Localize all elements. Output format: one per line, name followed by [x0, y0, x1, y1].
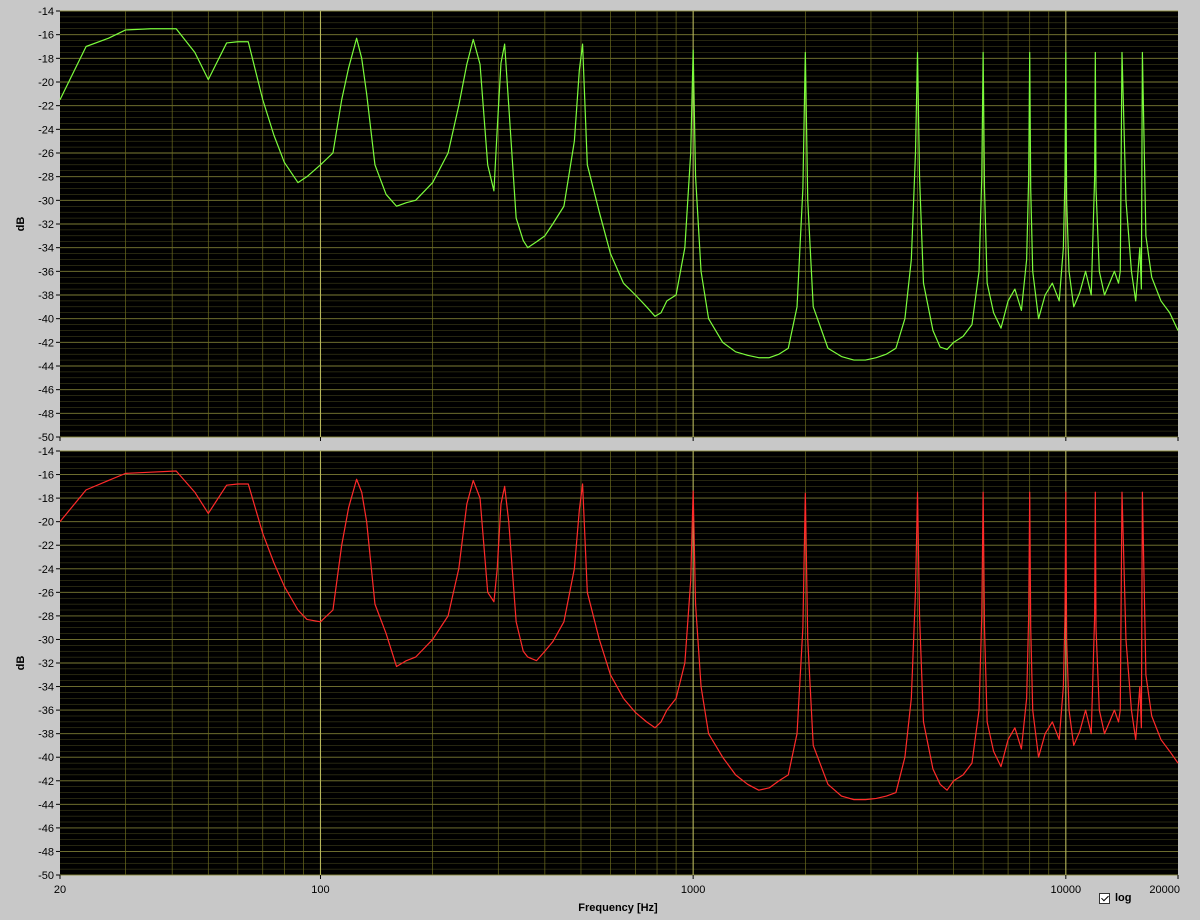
bottom-y-tick-label: -46 — [38, 823, 54, 835]
log-scale-toggle[interactable]: log — [1099, 890, 1132, 906]
top-y-tick-label: -16 — [38, 30, 54, 42]
log-checkbox[interactable] — [1099, 892, 1110, 904]
bottom-y-tick-label: -42 — [38, 776, 54, 788]
top-y-axis-label: dB — [15, 217, 27, 232]
top-y-tick-label: -50 — [38, 432, 54, 444]
x-tick-label: 20000 — [1149, 884, 1180, 896]
bottom-y-tick-label: -18 — [38, 493, 54, 505]
bottom-y-tick-label: -32 — [38, 658, 54, 670]
spectrum-chart: -14 -16 -18 -20 -22 -24 -26 -28 -30 -32 -34 -36 -38 -… — [15, 6, 1180, 914]
bottom-y-tick-label: -20 — [38, 517, 54, 529]
top-y-tick-label: -22 — [38, 101, 54, 113]
spectrum-analyzer-window: -14 -16 -18 -20 -22 -24 -26 -28 -30 -32 -34 -36 -38 -… — [0, 0, 1200, 920]
top-y-tick-label: -40 — [38, 314, 54, 326]
bottom-y-tick-label: -22 — [38, 540, 54, 552]
top-y-tick-label: -42 — [38, 337, 54, 349]
top-y-tick-label: -20 — [38, 77, 54, 89]
top-y-tick-label: -44 — [38, 361, 54, 373]
top-y-tick-label: -36 — [38, 266, 54, 278]
x-tick-label: 10000 — [1051, 884, 1082, 896]
top-y-tick-label: -18 — [38, 53, 54, 65]
bottom-y-tick-label: -30 — [38, 634, 54, 646]
top-y-tick-label: -46 — [38, 385, 54, 397]
bottom-y-tick-label: -14 — [38, 446, 54, 458]
bottom-y-tick-label: -48 — [38, 846, 54, 858]
top-y-tick-label: -14 — [38, 6, 54, 18]
bottom-y-tick-label: -44 — [38, 799, 54, 811]
log-label: log — [1115, 892, 1132, 904]
top-y-tick-label: -28 — [38, 172, 54, 184]
top-y-tick-label: -30 — [38, 195, 54, 207]
top-y-tick-label: -24 — [38, 124, 54, 136]
x-tick-label: 100 — [311, 884, 329, 896]
bottom-y-tick-label: -36 — [38, 705, 54, 717]
bottom-y-tick-label: -50 — [38, 870, 54, 882]
bottom-y-tick-label: -28 — [38, 611, 54, 623]
bottom-y-tick-label: -40 — [38, 752, 54, 764]
bottom-y-tick-label: -16 — [38, 470, 54, 482]
top-y-tick-label: -48 — [38, 408, 54, 420]
top-y-tick-label: -32 — [38, 219, 54, 231]
x-axis-title: Frequency [Hz] — [578, 902, 658, 914]
top-y-tick-label: -34 — [38, 243, 54, 255]
bottom-spectrum-panel: -14 -16 -18 -20 -22 -24 -26 -28 -30 -32 -34 -36 -38 -… — [15, 446, 1180, 896]
bottom-y-tick-label: -38 — [38, 729, 54, 741]
x-tick-label: 20 — [54, 884, 66, 896]
bottom-y-tick-label: -34 — [38, 682, 54, 694]
top-y-tick-label: -26 — [38, 148, 54, 160]
x-tick-label: 1000 — [681, 884, 705, 896]
bottom-y-tick-label: -26 — [38, 587, 54, 599]
top-spectrum-panel: -14 -16 -18 -20 -22 -24 -26 -28 -30 -32 -34 -36 -38 -… — [15, 6, 1179, 444]
bottom-y-axis-label: dB — [15, 656, 27, 671]
top-y-tick-label: -38 — [38, 290, 54, 302]
bottom-y-tick-label: -24 — [38, 564, 54, 576]
